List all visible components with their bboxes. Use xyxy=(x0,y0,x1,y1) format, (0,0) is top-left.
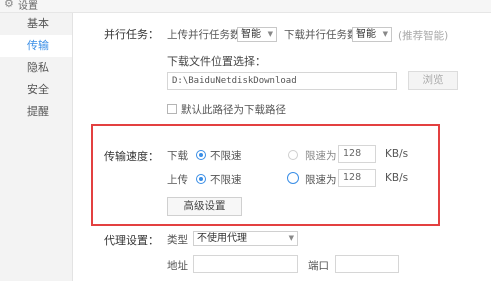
chevron-down-icon: ▼ xyxy=(267,30,273,38)
proxy-address-field[interactable] xyxy=(193,255,298,273)
transfer-speed-label: 传输速度： xyxy=(104,150,159,163)
proxy-address-label: 地址 xyxy=(167,260,188,272)
default-path-label: 默认此路径为下载路径 xyxy=(181,104,286,116)
upload-limit-input[interactable]: 128 xyxy=(338,169,376,187)
sidebar-item-security[interactable]: 安全 xyxy=(0,79,72,101)
download-unlimited-radio[interactable] xyxy=(196,150,206,160)
proxy-settings-label: 代理设置： xyxy=(104,234,159,247)
advanced-settings-button[interactable]: 高级设置 xyxy=(167,197,242,216)
download-path-field[interactable]: D:\BaiduNetdiskDownload xyxy=(167,72,397,90)
default-path-checkbox[interactable] xyxy=(167,104,177,114)
upload-limit-unit: KB/s xyxy=(385,172,409,184)
sidebar-item-reminder[interactable]: 提醒 xyxy=(0,101,72,123)
chevron-down-icon: ▼ xyxy=(288,234,294,242)
sidebar-item-privacy[interactable]: 隐私 xyxy=(0,57,72,79)
sidebar: 基本 传输 隐私 安全 提醒 xyxy=(0,13,73,281)
proxy-type-value: 不使用代理 xyxy=(197,233,247,244)
upload-limit-label: 限速为 xyxy=(305,174,337,186)
download-limit-radio[interactable] xyxy=(288,150,298,160)
sidebar-item-transfer[interactable]: 传输 xyxy=(0,35,72,57)
upload-limit-radio[interactable] xyxy=(287,172,299,184)
upload-unlimited-radio[interactable] xyxy=(196,174,206,184)
upload-parallel-select[interactable]: 智能 ▼ xyxy=(237,27,277,42)
proxy-port-label: 端口 xyxy=(308,260,329,272)
gear-icon: ⚙ xyxy=(4,0,14,10)
upload-unlimited-label: 不限速 xyxy=(210,174,242,186)
browse-button[interactable]: 浏览 xyxy=(408,71,458,90)
chevron-down-icon: ▼ xyxy=(382,30,388,38)
title-bar: ⚙ 设置 xyxy=(0,0,491,13)
download-parallel-value: 智能 xyxy=(356,29,376,40)
sidebar-item-basic[interactable]: 基本 xyxy=(0,13,72,35)
upload-parallel-label: 上传并行任务数 xyxy=(167,29,241,41)
download-limit-unit: KB/s xyxy=(385,148,409,160)
download-limit-label: 限速为 xyxy=(305,150,337,162)
parallel-hint: (推荐智能) xyxy=(398,30,449,42)
download-speed-label: 下载 xyxy=(167,150,188,162)
upload-speed-label: 上传 xyxy=(167,174,188,186)
window-title: 设置 xyxy=(18,1,38,12)
download-unlimited-label: 不限速 xyxy=(210,150,242,162)
proxy-type-label: 类型 xyxy=(167,234,188,246)
download-location-label: 下载文件位置选择： xyxy=(167,55,266,68)
proxy-type-select[interactable]: 不使用代理 ▼ xyxy=(193,231,298,246)
proxy-port-field[interactable] xyxy=(335,255,399,273)
parallel-tasks-label: 并行任务： xyxy=(104,28,159,41)
upload-parallel-value: 智能 xyxy=(241,29,261,40)
download-limit-input[interactable]: 128 xyxy=(338,145,376,163)
download-parallel-label: 下载并行任务数 xyxy=(284,29,358,41)
download-parallel-select[interactable]: 智能 ▼ xyxy=(352,27,392,42)
